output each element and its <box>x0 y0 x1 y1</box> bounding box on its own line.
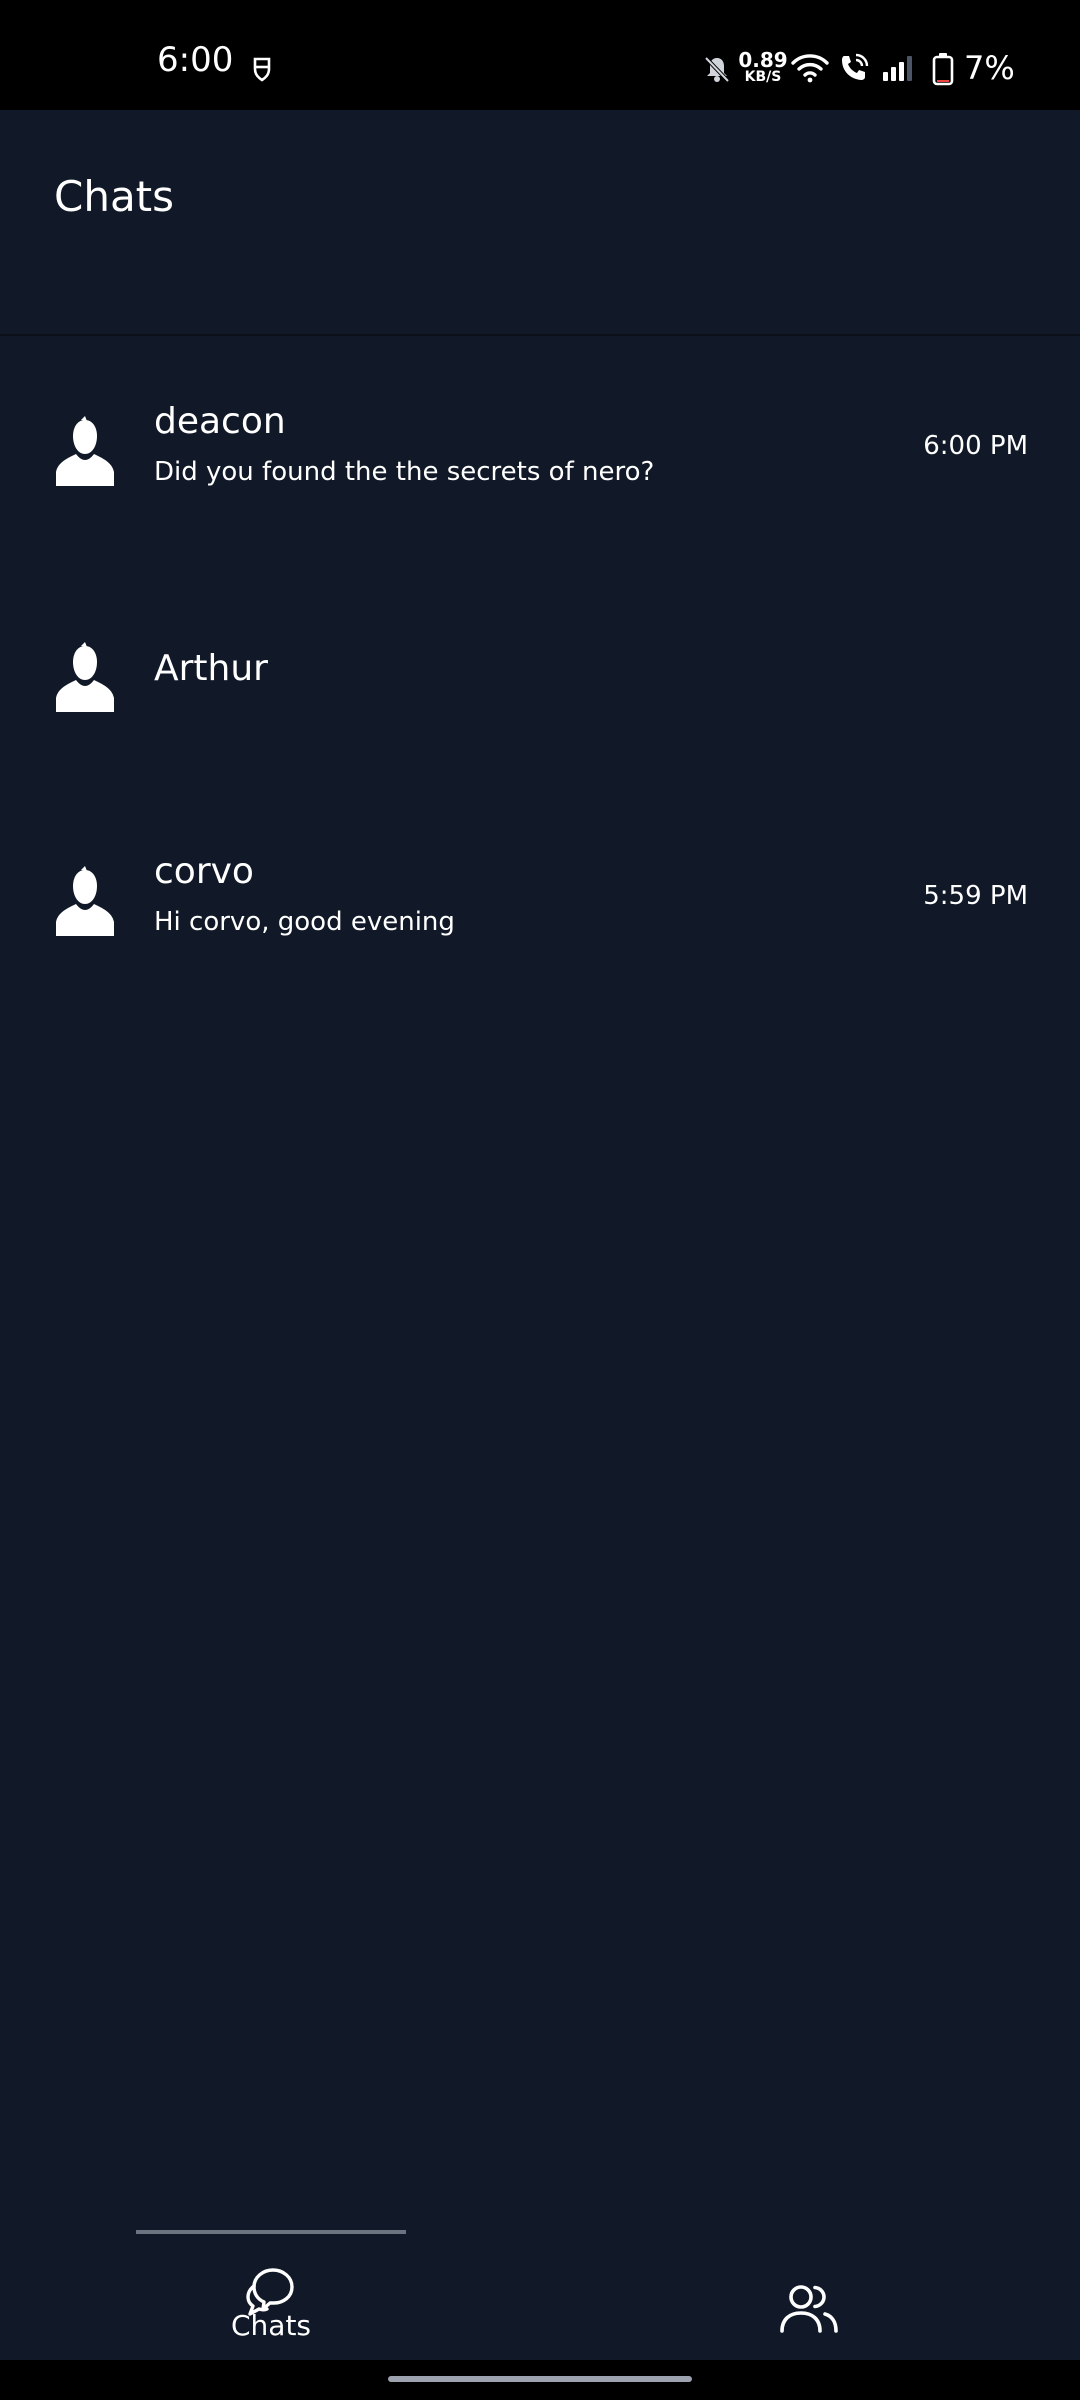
gesture-bar <box>0 2360 1080 2400</box>
chat-preview: Hi corvo, good evening <box>154 907 455 937</box>
net-speed-value: 0.89 <box>738 48 788 72</box>
battery-icon <box>932 53 954 86</box>
battery-percent: 7% <box>964 49 1015 87</box>
notification-shield-icon <box>253 57 271 82</box>
chat-name: Arthur <box>154 648 268 689</box>
chat-item-arthur[interactable]: Arthur <box>0 600 1080 740</box>
bottom-nav: Chats <box>0 2216 1080 2360</box>
net-speed-unit: KB/S <box>744 69 782 85</box>
net-speed: 0.89 KB/S <box>738 50 788 84</box>
status-time: 6:00 <box>157 40 234 80</box>
gesture-handle[interactable] <box>388 2376 692 2382</box>
chat-name: corvo <box>154 851 254 892</box>
contacts-icon <box>780 2285 838 2333</box>
avatar-icon <box>56 866 114 936</box>
page-title: Chats <box>54 172 175 221</box>
chat-name: deacon <box>154 401 286 442</box>
wifi-icon <box>791 54 829 83</box>
bell-off-icon <box>704 56 730 83</box>
chat-item-corvo[interactable]: corvo Hi corvo, good evening 5:59 PM <box>0 830 1080 970</box>
tab-contacts[interactable] <box>674 2234 944 2354</box>
tab-chats[interactable]: Chats <box>136 2234 406 2354</box>
chat-item-deacon[interactable]: deacon Did you found the the secrets of … <box>0 380 1080 520</box>
avatar-icon <box>56 416 114 486</box>
wifi-calling-icon <box>842 53 869 80</box>
chat-time: 5:59 PM <box>923 881 1028 911</box>
avatar-icon <box>56 642 114 712</box>
tab-label: Chats <box>230 2309 312 2342</box>
chat-preview: Did you found the the secrets of nero? <box>154 457 655 487</box>
status-bar: 6:00 0.89 KB/S 7% <box>0 0 1080 110</box>
signal-icon <box>883 56 912 81</box>
chat-time: 6:00 PM <box>923 431 1028 461</box>
app-header: Chats <box>0 110 1080 336</box>
